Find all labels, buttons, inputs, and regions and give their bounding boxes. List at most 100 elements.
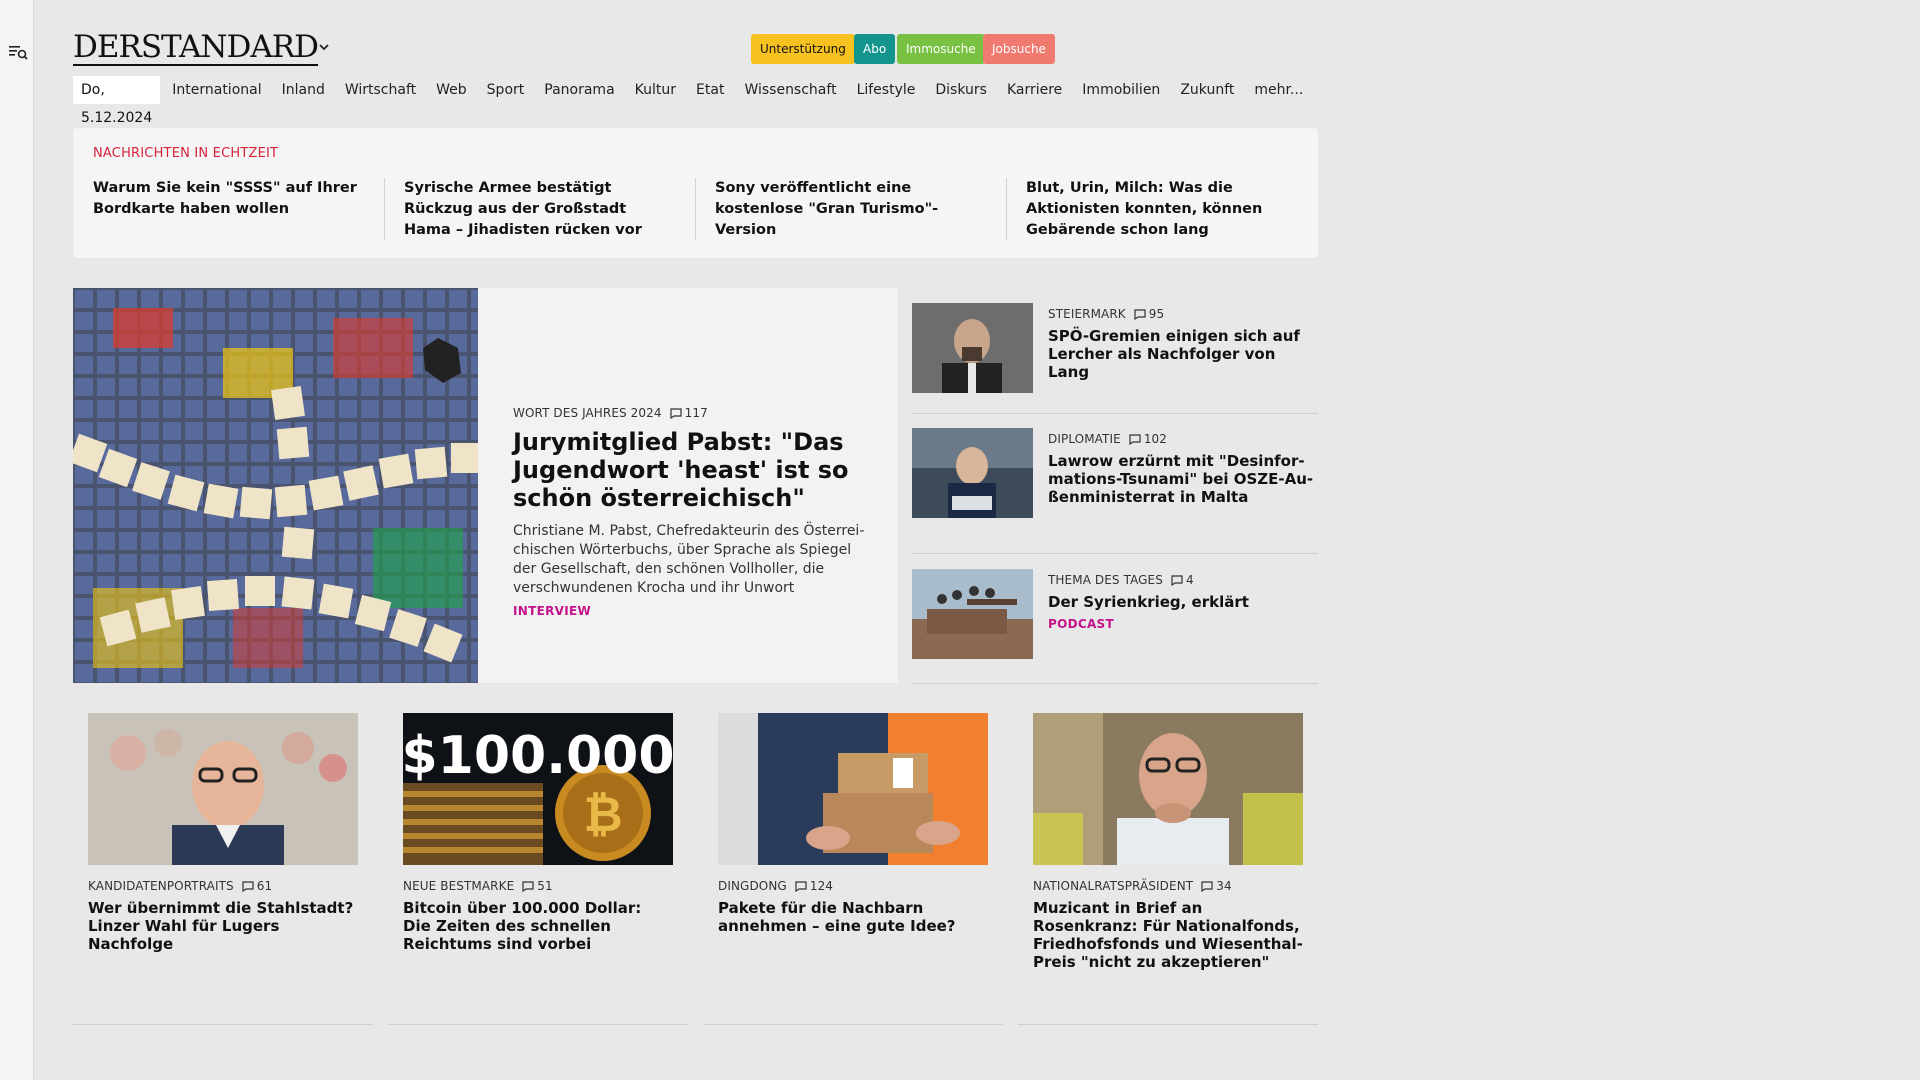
divider (1006, 178, 1007, 240)
comment-count[interactable]: 117 (670, 406, 708, 420)
article-card-title[interactable]: Pakete für die Nachbarn annehmen – eine … (718, 899, 988, 935)
card-kicker[interactable]: KANDIDATENPORTRAITS 61 (88, 879, 358, 893)
chevron-down-icon[interactable] (319, 40, 329, 54)
nav-item-kultur[interactable]: Kultur (635, 82, 676, 98)
card-kicker[interactable]: DINGDONG 124 (718, 879, 988, 893)
article-card-text: KANDIDATENPORTRAITS 61 Wer übernimmt die… (88, 879, 358, 953)
hero-text: WORT DES JAHRES 2024 117 Jurymitglied Pa… (513, 406, 873, 618)
article-card[interactable]: KANDIDATENPORTRAITS 61 Wer übernimmt die… (88, 713, 358, 953)
comment-count[interactable]: 51 (522, 879, 553, 893)
divider (912, 553, 1318, 554)
comment-count[interactable]: 61 (242, 879, 272, 893)
support-button[interactable]: Unterstützung (751, 34, 855, 64)
hero-article[interactable]: WORT DES JAHRES 2024 117 Jurymitglied Pa… (73, 288, 898, 683)
article-card-image[interactable] (718, 713, 988, 865)
live-news-item[interactable]: Sony veröffentlicht eine kostenlose "Gra… (715, 178, 987, 241)
live-news-item[interactable]: Warum Sie kein "SSSS" auf Ihrer Bordkart… (93, 178, 365, 220)
hero-tag[interactable]: INTERVIEW (513, 604, 873, 618)
hero-kicker-label: WORT DES JAHRES 2024 (513, 406, 662, 420)
side-article-text: THEMA DES TAGES 4 Der Syrienkrieg, erklä… (1048, 573, 1318, 631)
jobsuche-button[interactable]: Jobsuche (983, 34, 1055, 64)
site-logo[interactable]: DERSTANDARD (73, 30, 319, 66)
article-card-title[interactable]: Wer übernimmt die Stahlstadt? Linzer Wah… (88, 899, 358, 953)
article-card-text: NATIONALRATSPRÄSIDENT 34 Muzicant in Bri… (1033, 879, 1303, 971)
nav-item-inland[interactable]: Inland (282, 82, 325, 98)
comment-icon (1201, 880, 1213, 892)
card-kicker[interactable]: NEUE BESTMARKE 51 (403, 879, 673, 893)
side-kicker-label: STEIERMARK (1048, 307, 1126, 321)
nav-item-international[interactable]: International (172, 82, 261, 98)
side-kicker[interactable]: DIPLOMATIE 102 (1048, 432, 1318, 446)
hero-title[interactable]: Jurymitglied Pabst: "Das Jugendwort 'hea… (513, 428, 873, 512)
article-card-text: DINGDONG 124 Pakete für die Nachbarn ann… (718, 879, 988, 935)
live-news-title[interactable]: NACHRICHTEN IN ECHTZEIT (93, 146, 278, 161)
side-article[interactable]: DIPLOMATIE 102 Lawrow erzürnt mit "Desin… (912, 428, 1318, 518)
side-article-tag[interactable]: PODCAST (1048, 617, 1318, 631)
article-card-title[interactable]: Muzicant in Brief an Rosenkranz: Für Nat… (1033, 899, 1303, 971)
side-kicker-label: THEMA DES TAGES (1048, 573, 1163, 587)
side-article-title[interactable]: SPÖ-Gremien einigen sich auf Lercher als… (1048, 327, 1318, 381)
nav-item-more[interactable]: mehr... (1254, 82, 1303, 98)
nav-item-karriere[interactable]: Karriere (1007, 82, 1062, 98)
comment-count-value: 4 (1185, 573, 1194, 587)
side-article-image[interactable] (912, 428, 1033, 518)
nav-item-panorama[interactable]: Panorama (544, 82, 614, 98)
live-news-box: NACHRICHTEN IN ECHTZEIT Warum Sie kein "… (73, 128, 1318, 258)
comment-count[interactable]: 124 (795, 879, 833, 893)
article-card[interactable]: NATIONALRATSPRÄSIDENT 34 Muzicant in Bri… (1033, 713, 1303, 971)
article-card[interactable]: DINGDONG 124 Pakete für die Nachbarn ann… (718, 713, 988, 935)
side-article-image[interactable] (912, 303, 1033, 393)
nav-item-diskurs[interactable]: Diskurs (935, 82, 987, 98)
side-article-text: STEIERMARK 95 SPÖ-Gremien einigen sich a… (1048, 307, 1318, 381)
comment-count[interactable]: 95 (1134, 307, 1164, 321)
comment-count-value: 117 (684, 406, 708, 420)
side-kicker-label: DIPLOMATIE (1048, 432, 1121, 446)
nav-item-wissenschaft[interactable]: Wissenschaft (744, 82, 836, 98)
hero-kicker[interactable]: WORT DES JAHRES 2024 117 (513, 406, 873, 420)
side-article[interactable]: THEMA DES TAGES 4 Der Syrienkrieg, erklä… (912, 569, 1318, 659)
nav-item-web[interactable]: Web (436, 82, 467, 98)
comment-count-value: 51 (537, 879, 553, 893)
side-article-title[interactable]: Der Syrienkrieg, erklärt (1048, 593, 1318, 611)
article-card-text: NEUE BESTMARKE 51 Bitcoin über 100.000 D… (403, 879, 673, 953)
divider (695, 178, 696, 240)
abo-button[interactable]: Abo (854, 34, 896, 64)
comment-icon (670, 407, 682, 419)
comment-count[interactable]: 34 (1201, 879, 1232, 893)
hero-image[interactable] (73, 288, 478, 683)
comment-count-value: 102 (1143, 432, 1168, 446)
live-news-item[interactable]: Syrische Armee bestätigt Rückzug aus der… (404, 178, 676, 241)
live-news-item[interactable]: Blut, Urin, Milch: Was die Aktionisten k… (1026, 178, 1298, 241)
comment-count[interactable]: 4 (1171, 573, 1194, 587)
comment-count[interactable]: 102 (1129, 432, 1167, 446)
nav-item-lifestyle[interactable]: Lifestyle (857, 82, 916, 98)
divider (912, 683, 1318, 684)
article-card-image[interactable]: ₿ $100.000 (403, 713, 673, 865)
immosuche-button[interactable]: Immosuche (897, 34, 985, 64)
left-sidebar (0, 0, 34, 1080)
menu-search-icon[interactable] (8, 42, 28, 62)
nav-item-sport[interactable]: Sport (487, 82, 525, 98)
card-kicker-label: NEUE BESTMARKE (403, 879, 515, 893)
hero-description: Christiane M. Pabst, Chefredakteurin des… (513, 523, 865, 596)
nav-item-etat[interactable]: Etat (696, 82, 724, 98)
article-card[interactable]: ₿ $100.000 NEUE BESTMARKE 51 Bitcoin übe… (403, 713, 673, 953)
article-card-image[interactable] (1033, 713, 1303, 865)
divider (73, 1024, 373, 1025)
side-kicker[interactable]: STEIERMARK 95 (1048, 307, 1318, 321)
nav-item-immobilien[interactable]: Immobilien (1082, 82, 1160, 98)
card-kicker[interactable]: NATIONALRATSPRÄSIDENT 34 (1033, 879, 1303, 893)
nav-item-zukunft[interactable]: Zukunft (1180, 82, 1234, 98)
comment-icon (1129, 433, 1141, 445)
comment-icon (522, 880, 534, 892)
article-card-image[interactable] (88, 713, 358, 865)
side-kicker[interactable]: THEMA DES TAGES 4 (1048, 573, 1318, 587)
divider (384, 178, 385, 240)
side-article-title[interactable]: Lawrow erzürnt mit "Desinfor­mations-Tsu… (1048, 452, 1318, 506)
comment-icon (1134, 308, 1146, 320)
nav-item-wirtschaft[interactable]: Wirtschaft (345, 82, 416, 98)
side-article-image[interactable] (912, 569, 1033, 659)
side-article[interactable]: STEIERMARK 95 SPÖ-Gremien einigen sich a… (912, 303, 1318, 393)
article-card-title[interactable]: Bitcoin über 100.000 Dollar: Die Zeiten … (403, 899, 673, 953)
svg-text:₿: ₿ (583, 787, 622, 843)
